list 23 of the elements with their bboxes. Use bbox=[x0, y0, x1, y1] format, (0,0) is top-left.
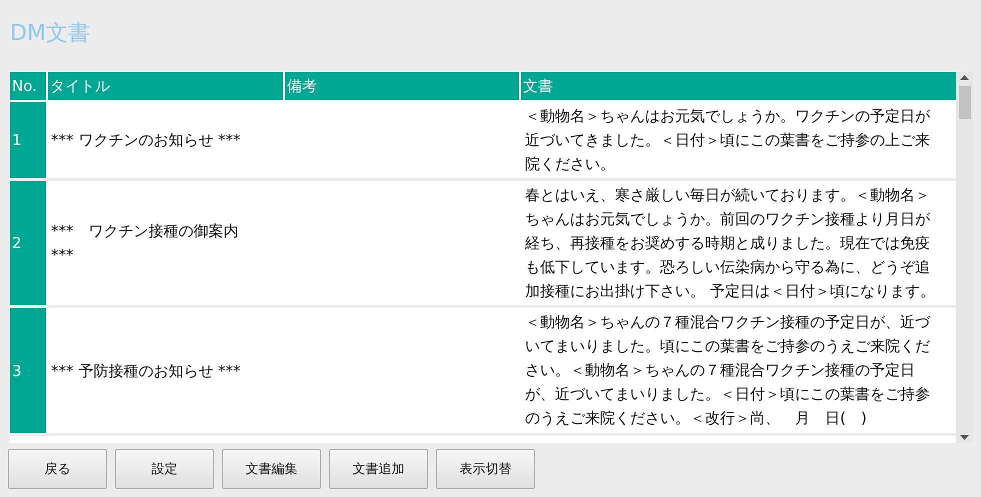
table-cell-text: 春とはいえ、寒さ厳しい毎日が続いております。＜動物名＞ちゃんはお元気でしょうか。前回のワクチン接種より月日が経ち、再接種をお奨めする時期と成りました。現在では免疫も低下しています。恐ろしい伝染病から守る為に、どうぞ追加接種にお出掛け下さい。 予定日は＜日付＞頃になります。 bbox=[524, 185, 936, 302]
row-number: 3 bbox=[10, 308, 46, 433]
toolbar-button[interactable]: 表示切替 bbox=[436, 449, 535, 489]
toolbar-button[interactable]: 設定 bbox=[115, 449, 214, 489]
table-cell-text: ＜動物名＞ちゃんの７種混合ワクチン接種の予定日が、近づいてまいりました。頃にこの葉書をご持参のうえご来院ください。＜動物名＞ちゃんの７種混合ワクチン接種の予定日が、近づいてまいりました。＜日付＞頃にこの葉書をご持参のうえご来院ください。＜改行＞尚、 月 日( ) bbox=[524, 312, 932, 429]
scroll-up-icon[interactable] bbox=[960, 75, 970, 80]
toolbar-button[interactable]: 戻る bbox=[8, 449, 107, 489]
column-header: 文書 bbox=[521, 72, 956, 100]
table-cell-text: *** ワクチンのお知らせ *** bbox=[50, 130, 242, 151]
column-header: 備考 bbox=[285, 72, 519, 100]
column-header: タイトル bbox=[48, 72, 283, 100]
table-cell-text: *** 予防接種のお知らせ *** bbox=[50, 360, 242, 382]
scrollbar[interactable] bbox=[956, 72, 973, 443]
table-cell-text: ＜動物名＞ちゃんはお元気でしょうか。ワクチンの予定日が近づいてきました。＜日付＞頃にこの葉書をご持参の上ご来院ください。 bbox=[524, 106, 931, 175]
page-title: DM文書 bbox=[10, 20, 91, 48]
row-number: 1 bbox=[10, 102, 46, 178]
toolbar-button[interactable]: 文書追加 bbox=[329, 449, 428, 489]
toolbar-button[interactable]: 文書編集 bbox=[222, 449, 321, 489]
column-header: No. bbox=[10, 72, 46, 100]
scroll-down-icon[interactable] bbox=[960, 435, 970, 440]
table-cell-text: *** ワクチン接種の御案内 *** bbox=[50, 221, 240, 266]
scroll-thumb[interactable] bbox=[958, 86, 971, 119]
row-number: 2 bbox=[10, 181, 46, 305]
